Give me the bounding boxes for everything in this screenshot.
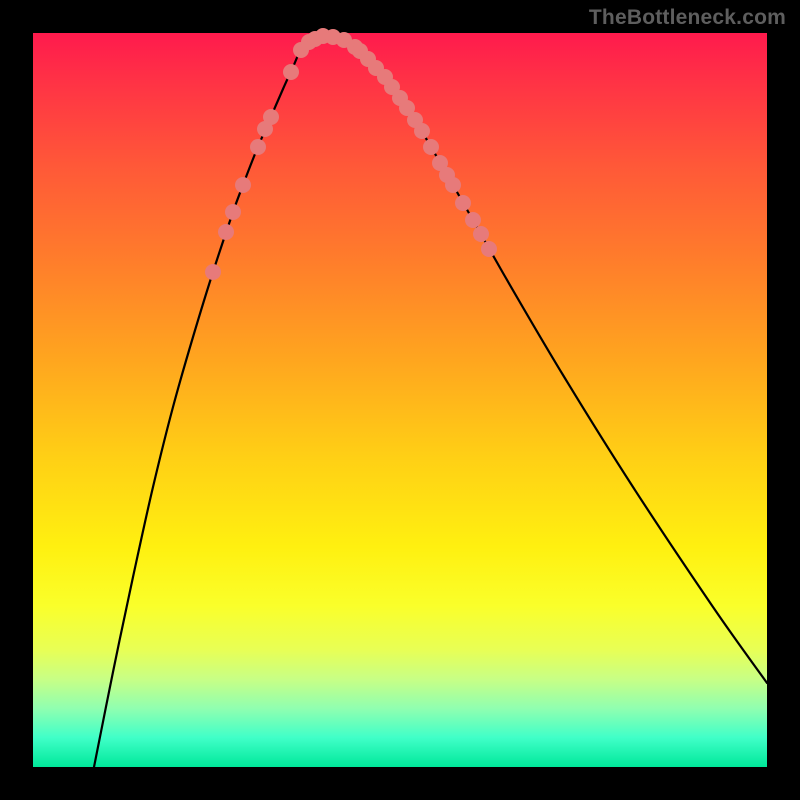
- marker-dot: [263, 109, 279, 125]
- marker-dot: [218, 224, 234, 240]
- marker-dot: [283, 64, 299, 80]
- chart-frame: TheBottleneck.com: [0, 0, 800, 800]
- marker-dot: [225, 204, 241, 220]
- marker-dot: [414, 123, 430, 139]
- chart-svg: [33, 33, 767, 767]
- plot-area: [33, 33, 767, 767]
- marker-dot: [481, 241, 497, 257]
- marker-dot: [465, 212, 481, 228]
- watermark-text: TheBottleneck.com: [589, 6, 786, 30]
- marker-dot: [455, 195, 471, 211]
- marker-group: [205, 28, 497, 280]
- marker-dot: [250, 139, 266, 155]
- marker-dot: [205, 264, 221, 280]
- marker-dot: [423, 139, 439, 155]
- marker-dot: [235, 177, 251, 193]
- marker-dot: [445, 177, 461, 193]
- marker-dot: [473, 226, 489, 242]
